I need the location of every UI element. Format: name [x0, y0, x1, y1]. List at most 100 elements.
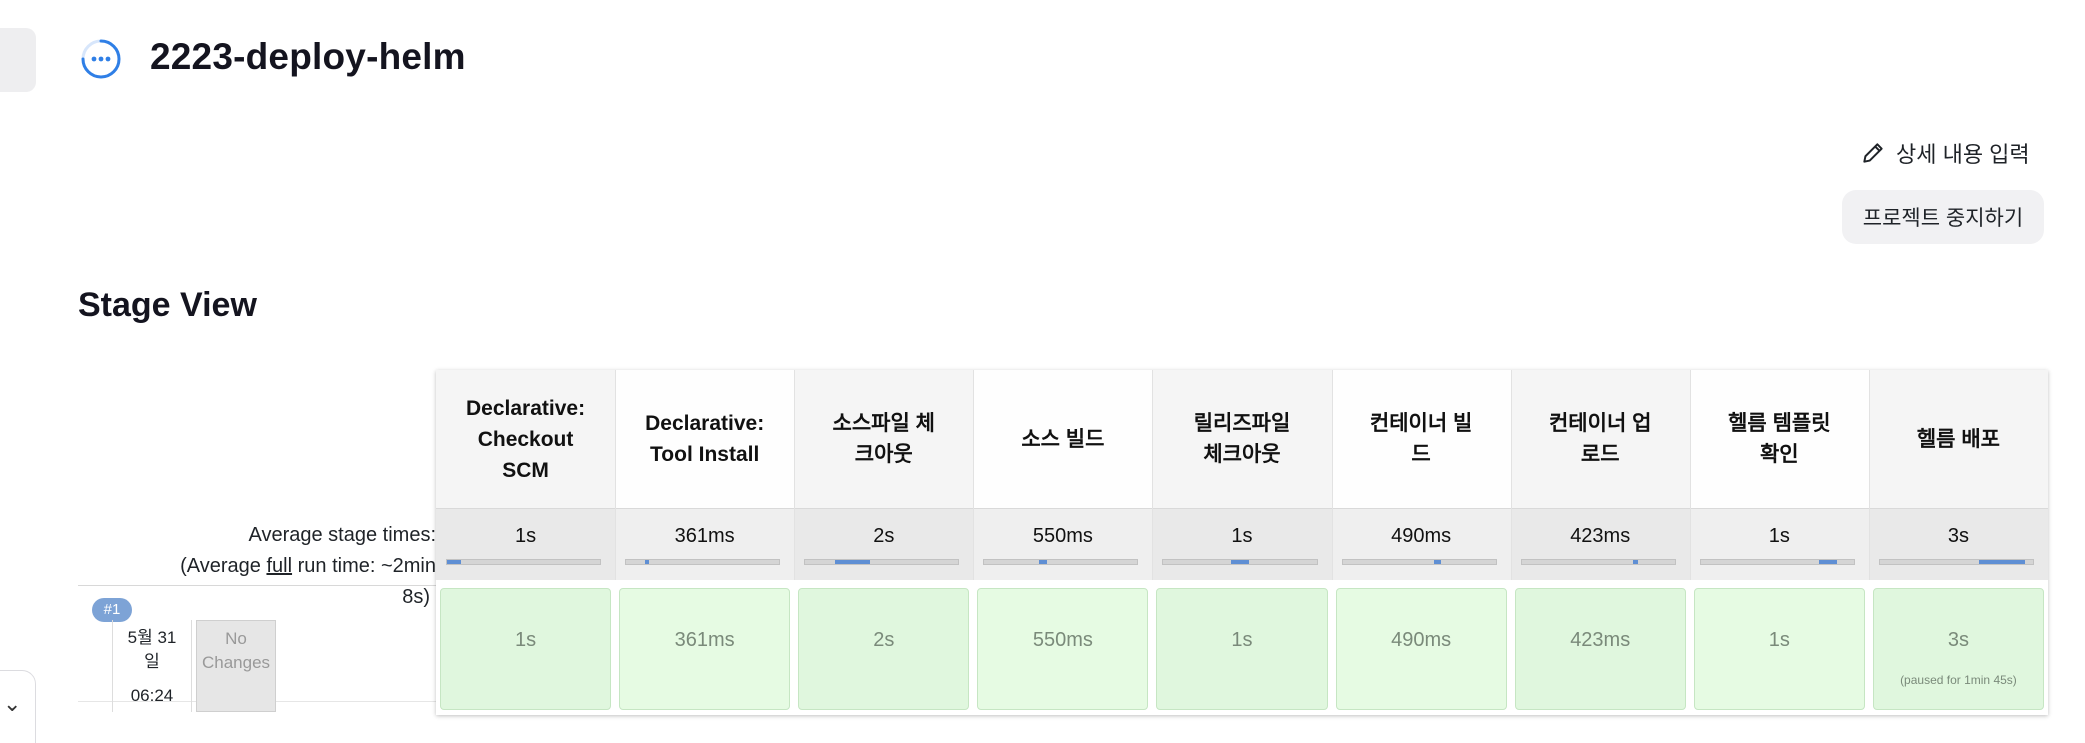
edit-description-label: 상세 내용 입력	[1896, 142, 2030, 167]
stage-name: 헬름 배포	[1917, 424, 2000, 455]
stage-view-title: Stage View	[78, 286, 257, 324]
stage-result-cell[interactable]: 423ms	[1514, 588, 1686, 710]
stage-column: 헬름 템플릿확인 1s 1s	[1689, 370, 1869, 715]
stage-result-cell[interactable]: 1s	[1693, 588, 1865, 710]
stage-result-cell[interactable]: 2s	[798, 588, 970, 710]
stage-name: Declarative: Checkout SCM	[466, 393, 585, 486]
stage-name-line: 확인	[1759, 443, 1799, 466]
stage-name: 소스 빌드	[1021, 424, 1104, 455]
stage-name-line: SCM	[502, 458, 549, 482]
stage-average-time: 423ms	[1570, 525, 1631, 547]
stage-name-line: 드	[1411, 443, 1431, 466]
build-number-badge[interactable]: #1	[92, 598, 132, 622]
stage-duration-bar-fill	[1979, 560, 2026, 564]
stage-name-line: 체크아웃	[1203, 443, 1281, 466]
stage-duration-bar	[446, 559, 602, 565]
column-divider	[1331, 370, 1333, 580]
stage-column: 컨테이너 업로드 423ms 423ms	[1510, 370, 1690, 715]
avg-label-prefix: (Average	[180, 555, 267, 577]
stage-header: Declarative: Tool Install	[615, 370, 795, 508]
avg-label-suffix: run time: ~2min	[292, 555, 436, 577]
avg-label-line3: 8s)	[402, 586, 430, 608]
stage-header: 컨테이너 업로드	[1510, 370, 1690, 508]
stage-result-time: 1s	[1231, 629, 1253, 651]
stage-name: 소스파일 체 크아웃	[833, 408, 935, 470]
stage-column: 헬름 배포 3s 3s (paused for 1min 45s)	[1868, 370, 2048, 715]
stage-column: 릴리즈파일체크아웃 1s 1s	[1152, 370, 1332, 715]
stage-duration-bar	[1878, 559, 2034, 565]
stage-header: 컨테이너 빌드	[1331, 370, 1511, 508]
column-divider	[1152, 370, 1154, 580]
stage-duration-bar-fill	[644, 560, 650, 564]
stage-name-line: 헬름 템플릿	[1728, 412, 1831, 435]
stage-name-line: 릴리즈파일	[1193, 412, 1291, 435]
pencil-icon	[1863, 143, 1883, 163]
stage-name-line: 로드	[1580, 443, 1620, 466]
stage-average: 1s	[1689, 508, 1869, 580]
column-divider	[794, 370, 796, 580]
stage-name-line: 소스 빌드	[1021, 427, 1105, 451]
stage-duration-bar	[1699, 559, 1855, 565]
build-time: 06:24	[130, 686, 174, 705]
stage-column: 소스 빌드 550ms 550ms	[973, 370, 1153, 715]
side-panel-toggle[interactable]: ⌄	[0, 670, 36, 743]
stage-duration-bar-fill	[834, 560, 870, 564]
stage-header: 소스파일 체 크아웃	[794, 370, 974, 508]
stage-result-time: 490ms	[1391, 629, 1452, 651]
stage-result-cell[interactable]: 3s (paused for 1min 45s)	[1872, 588, 2044, 710]
stage-name-line: 크아웃	[854, 443, 913, 466]
column-divider	[615, 370, 617, 580]
stage-header: 헬름 배포	[1868, 370, 2048, 508]
stage-average-time: 1s	[1231, 525, 1253, 547]
stage-name-line: Declarative:	[466, 396, 586, 420]
stage-name-line: 컨테이너 업	[1548, 412, 1652, 435]
stage-result-cell[interactable]: 1s	[440, 588, 612, 710]
stage-result-time: 550ms	[1032, 629, 1093, 651]
edit-description-link[interactable]: 상세 내용 입력	[1860, 138, 2030, 168]
in-progress-status-icon	[81, 39, 121, 79]
stage-average: 490ms	[1331, 508, 1511, 580]
stage-result-cell[interactable]: 550ms	[977, 588, 1149, 710]
build-run-row[interactable]: 8s) #1 5월 31 일 06:24 No Changes	[78, 585, 436, 712]
stage-name: 헬름 템플릿확인	[1728, 408, 1830, 470]
stage-duration-bar-fill	[1818, 560, 1838, 564]
full-run-time-link[interactable]: full	[266, 555, 292, 577]
stage-duration-bar-fill	[1434, 560, 1441, 564]
side-panel-tab[interactable]	[0, 28, 36, 92]
disable-project-button[interactable]: 프로젝트 중지하기	[1842, 190, 2044, 244]
stage-duration-bar-fill	[447, 560, 461, 564]
stage-name-line: 헬름 배포	[1916, 427, 2000, 451]
stage-duration-bar	[1162, 559, 1318, 565]
build-date-line1: 5월 31	[127, 628, 177, 647]
stage-view-table: Average stage times: (Average full run t…	[78, 370, 2048, 715]
stage-result-cell[interactable]: 361ms	[619, 588, 791, 710]
stage-name: 컨테이너 업로드	[1549, 408, 1651, 470]
stage-pause-note: (paused for 1min 45s)	[1900, 673, 2017, 687]
build-date: 5월 31 일 06:24	[112, 620, 192, 712]
stage-grid: Declarative: Checkout SCM 1s 1s Declarative: T…	[436, 370, 2048, 715]
stage-average-time: 1s	[514, 525, 537, 547]
stage-header: 소스 빌드	[973, 370, 1153, 508]
column-divider	[973, 370, 975, 580]
stage-average: 3s	[1868, 508, 2048, 580]
stage-column: 소스파일 체 크아웃 2s 2s	[794, 370, 974, 715]
stage-average: 550ms	[973, 508, 1153, 580]
stage-result-cell[interactable]: 1s	[1156, 588, 1328, 710]
stage-column: 컨테이너 빌 드 490ms 490ms	[1331, 370, 1511, 715]
stage-result-time: 2s	[873, 629, 895, 651]
stage-average-time: 2s	[873, 525, 895, 547]
stage-header: Declarative: Checkout SCM	[436, 370, 616, 508]
avg-label-line1: Average stage times:	[248, 524, 436, 546]
page-title: 2223-deploy-helm	[150, 36, 466, 77]
column-divider	[1868, 370, 1870, 580]
stage-result-time: 3s	[1947, 629, 1969, 651]
no-changes-box[interactable]: No Changes	[196, 620, 276, 712]
stage-result-time: 361ms	[674, 629, 735, 651]
stage-average: 361ms	[615, 508, 795, 580]
build-date-line2: 일	[144, 652, 160, 671]
changes-line1: No	[225, 629, 247, 648]
stage-result-cell[interactable]: 490ms	[1335, 588, 1507, 710]
stage-header: 헬름 템플릿확인	[1689, 370, 1869, 508]
stage-column: Declarative: Tool Install 361ms 361ms	[615, 370, 795, 715]
stage-duration-bar	[983, 559, 1139, 565]
